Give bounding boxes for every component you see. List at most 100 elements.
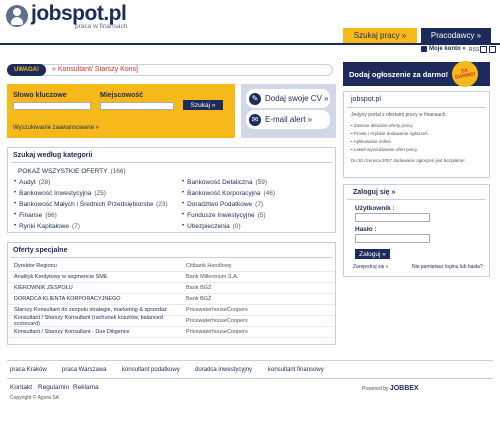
bullet-icon: • xyxy=(182,212,185,218)
login-button[interactable]: Zaloguj » xyxy=(355,249,390,259)
keyword-label: Słowo kluczowe xyxy=(13,92,67,99)
mail-icon: ✉ xyxy=(249,113,261,126)
show-all-label: POKAŻ WSZYSTKIE OFERTY xyxy=(18,168,108,175)
powered-label: Powered by xyxy=(362,386,389,392)
categories-title: Szukaj według kategorii xyxy=(13,152,93,159)
category-link[interactable]: • Audyt (28) xyxy=(14,179,50,186)
email-alert-label: E-mail alert » xyxy=(265,115,313,124)
tab-search-jobs[interactable]: Szukaj pracy » xyxy=(343,28,417,43)
tab-employers[interactable]: Pracodawcy » xyxy=(421,28,491,43)
info-bullet-text: Aplikowanie online. xyxy=(353,139,393,144)
my-account-label: Moje konto » xyxy=(429,46,466,52)
category-name: Doradztwo Podatkowe xyxy=(187,201,253,208)
email-alert-button[interactable]: ✉ E-mail alert » xyxy=(246,110,330,129)
footer-divider xyxy=(7,360,493,361)
category-count: (7) xyxy=(71,223,80,230)
divider xyxy=(347,199,486,200)
offer-company: PricewaterhouseCoopers xyxy=(186,329,248,335)
footer-link[interactable]: doradca inwestycyjny xyxy=(195,367,252,373)
footer-ads-link[interactable]: Reklama xyxy=(73,384,99,391)
password-input[interactable] xyxy=(355,234,430,243)
info-bullet: • Proste i szybkie dodawanie ogłoszeń. xyxy=(351,131,429,136)
info-bullet: • Aplikowanie online. xyxy=(351,139,393,144)
category-count: (28) xyxy=(38,179,51,186)
bullet-icon: • xyxy=(14,179,17,185)
category-link[interactable]: • Bankowość Korporacyjna (46) xyxy=(182,190,275,197)
advanced-search-link[interactable]: Wyszukiwanie zaawansowane » xyxy=(13,125,99,131)
forgot-password-link[interactable]: Nie pamiętasz loginu lub hasła? xyxy=(412,264,483,270)
offer-row[interactable]: Konsultant / Starszy Konsultant (rachune… xyxy=(8,315,335,327)
offer-row[interactable]: Dyrektor Regionu Citibank Handlowy xyxy=(8,261,335,272)
bullet-icon: • xyxy=(182,179,185,185)
login-title: Zaloguj się » xyxy=(353,189,396,196)
add-cv-button[interactable]: ✎ Dodaj swoje CV » xyxy=(246,89,330,108)
register-link[interactable]: Zarejestruj się » xyxy=(353,264,389,270)
footer-link[interactable]: praca Warszawa xyxy=(62,367,106,373)
category-count: (23) xyxy=(156,201,168,208)
location-input[interactable] xyxy=(100,102,174,110)
copyright: Copyright © Agora SA xyxy=(10,395,59,401)
rss-link[interactable]: RSS xyxy=(469,47,479,53)
info-bullet: • Łatwe wyszukiwanie ofert pracy. xyxy=(351,147,419,152)
powered-brand: JOBBEX xyxy=(389,385,419,392)
alert-text[interactable]: » Konsultant/ Starszy Kons] xyxy=(52,66,138,73)
offer-row[interactable]: Analityk Kredytowy w segmencie SME Bank M… xyxy=(8,272,335,283)
category-link[interactable]: • Finanse (66) xyxy=(14,212,57,219)
category-name: Bankowość Małych i Średnich Przedsiębior… xyxy=(19,201,154,208)
category-link[interactable]: • Rynki Kapitałowe (7) xyxy=(14,223,80,230)
show-all-offers-link[interactable]: POKAŻ WSZYSTKIE OFERTY (166) xyxy=(18,168,126,175)
offer-company: Bank Millennium S.A. xyxy=(186,274,239,280)
offer-title: Dyrektor Regionu xyxy=(14,263,57,269)
category-count: (46) xyxy=(263,190,276,197)
info-description: Jedyny portal z ofertami pracy w finansa… xyxy=(351,112,447,118)
divider xyxy=(347,107,486,108)
location-label: Miejscowość xyxy=(100,92,144,99)
bullet-icon: • xyxy=(182,223,185,229)
special-offers-title: Oferty specjalne xyxy=(13,247,68,254)
footer-contact-link[interactable]: Kontakt xyxy=(10,384,32,391)
category-count: (25) xyxy=(94,190,106,197)
alert-badge: UWAGA! xyxy=(7,64,46,76)
close-icon[interactable] xyxy=(489,46,496,53)
tagline: praca w finansach xyxy=(75,23,128,30)
category-link[interactable]: • Bankowość Detaliczna (59) xyxy=(182,179,267,186)
minimize-icon[interactable] xyxy=(480,46,487,53)
offer-row[interactable]: KIEROWNIK ZESPOŁU Bank BGŻ xyxy=(8,283,335,294)
search-button[interactable]: Szukaj » xyxy=(183,100,223,110)
username-input[interactable] xyxy=(355,213,430,222)
footer-terms-link[interactable]: Regulamin xyxy=(38,384,69,391)
category-link[interactable]: • Bankowość Inwestycyjna (25) xyxy=(14,190,106,197)
category-link[interactable]: • Bankowość Małych i Średnich Przedsiębio… xyxy=(14,201,168,208)
offer-title: Starszy Konsultant do zespołu strategie,… xyxy=(14,307,167,313)
info-bullet: • Zawsze aktualne oferty pracy. xyxy=(351,123,414,128)
offer-row[interactable]: Konsultant / Starszy Konsultant - Due Di… xyxy=(8,327,335,338)
category-link[interactable]: • Doradztwo Podatkowe (7) xyxy=(182,201,263,208)
offer-title: Konsultant / Starszy Konsultant - Due Di… xyxy=(14,329,130,335)
category-link[interactable]: • Fundusze Inwestycyjne (5) xyxy=(182,212,266,219)
offer-company: Bank BGŻ xyxy=(186,285,212,291)
account-icon xyxy=(421,46,427,52)
offer-company: Citibank Handlowy xyxy=(186,263,232,269)
divider xyxy=(11,162,332,163)
bullet-icon: • xyxy=(14,223,17,229)
category-name: Finanse xyxy=(19,212,43,219)
category-count: (5) xyxy=(257,212,266,219)
category-count: (0) xyxy=(232,223,241,230)
my-account-link[interactable]: Moje konto » xyxy=(421,46,466,52)
category-name: Bankowość Korporacyjna xyxy=(187,190,261,197)
offer-company: PricewaterhouseCoopers xyxy=(186,307,248,313)
category-name: Rynki Kapitałowe xyxy=(19,223,69,230)
keyword-input[interactable] xyxy=(13,102,91,110)
footer-link[interactable]: konsultant podatkowy xyxy=(122,367,180,373)
powered-by[interactable]: Powered by JOBBEX xyxy=(362,385,419,392)
offer-title: Analityk Kredytowy w segmencie SME xyxy=(14,274,108,280)
offer-row[interactable]: DORADCA KLIENTA KORPORACYJNEGO Bank BGŻ xyxy=(8,294,335,305)
category-link[interactable]: • Ubezpieczenia (0) xyxy=(182,223,241,230)
category-count: (66) xyxy=(45,212,57,219)
logo-icon[interactable] xyxy=(6,5,28,27)
info-bullet-text: Proste i szybkie dodawanie ogłoszeń. xyxy=(353,131,429,136)
footer-divider xyxy=(7,378,493,379)
header-divider xyxy=(0,43,500,45)
footer-link[interactable]: praca Kraków xyxy=(10,367,47,373)
footer-link[interactable]: konsultant finansowy xyxy=(268,367,324,373)
